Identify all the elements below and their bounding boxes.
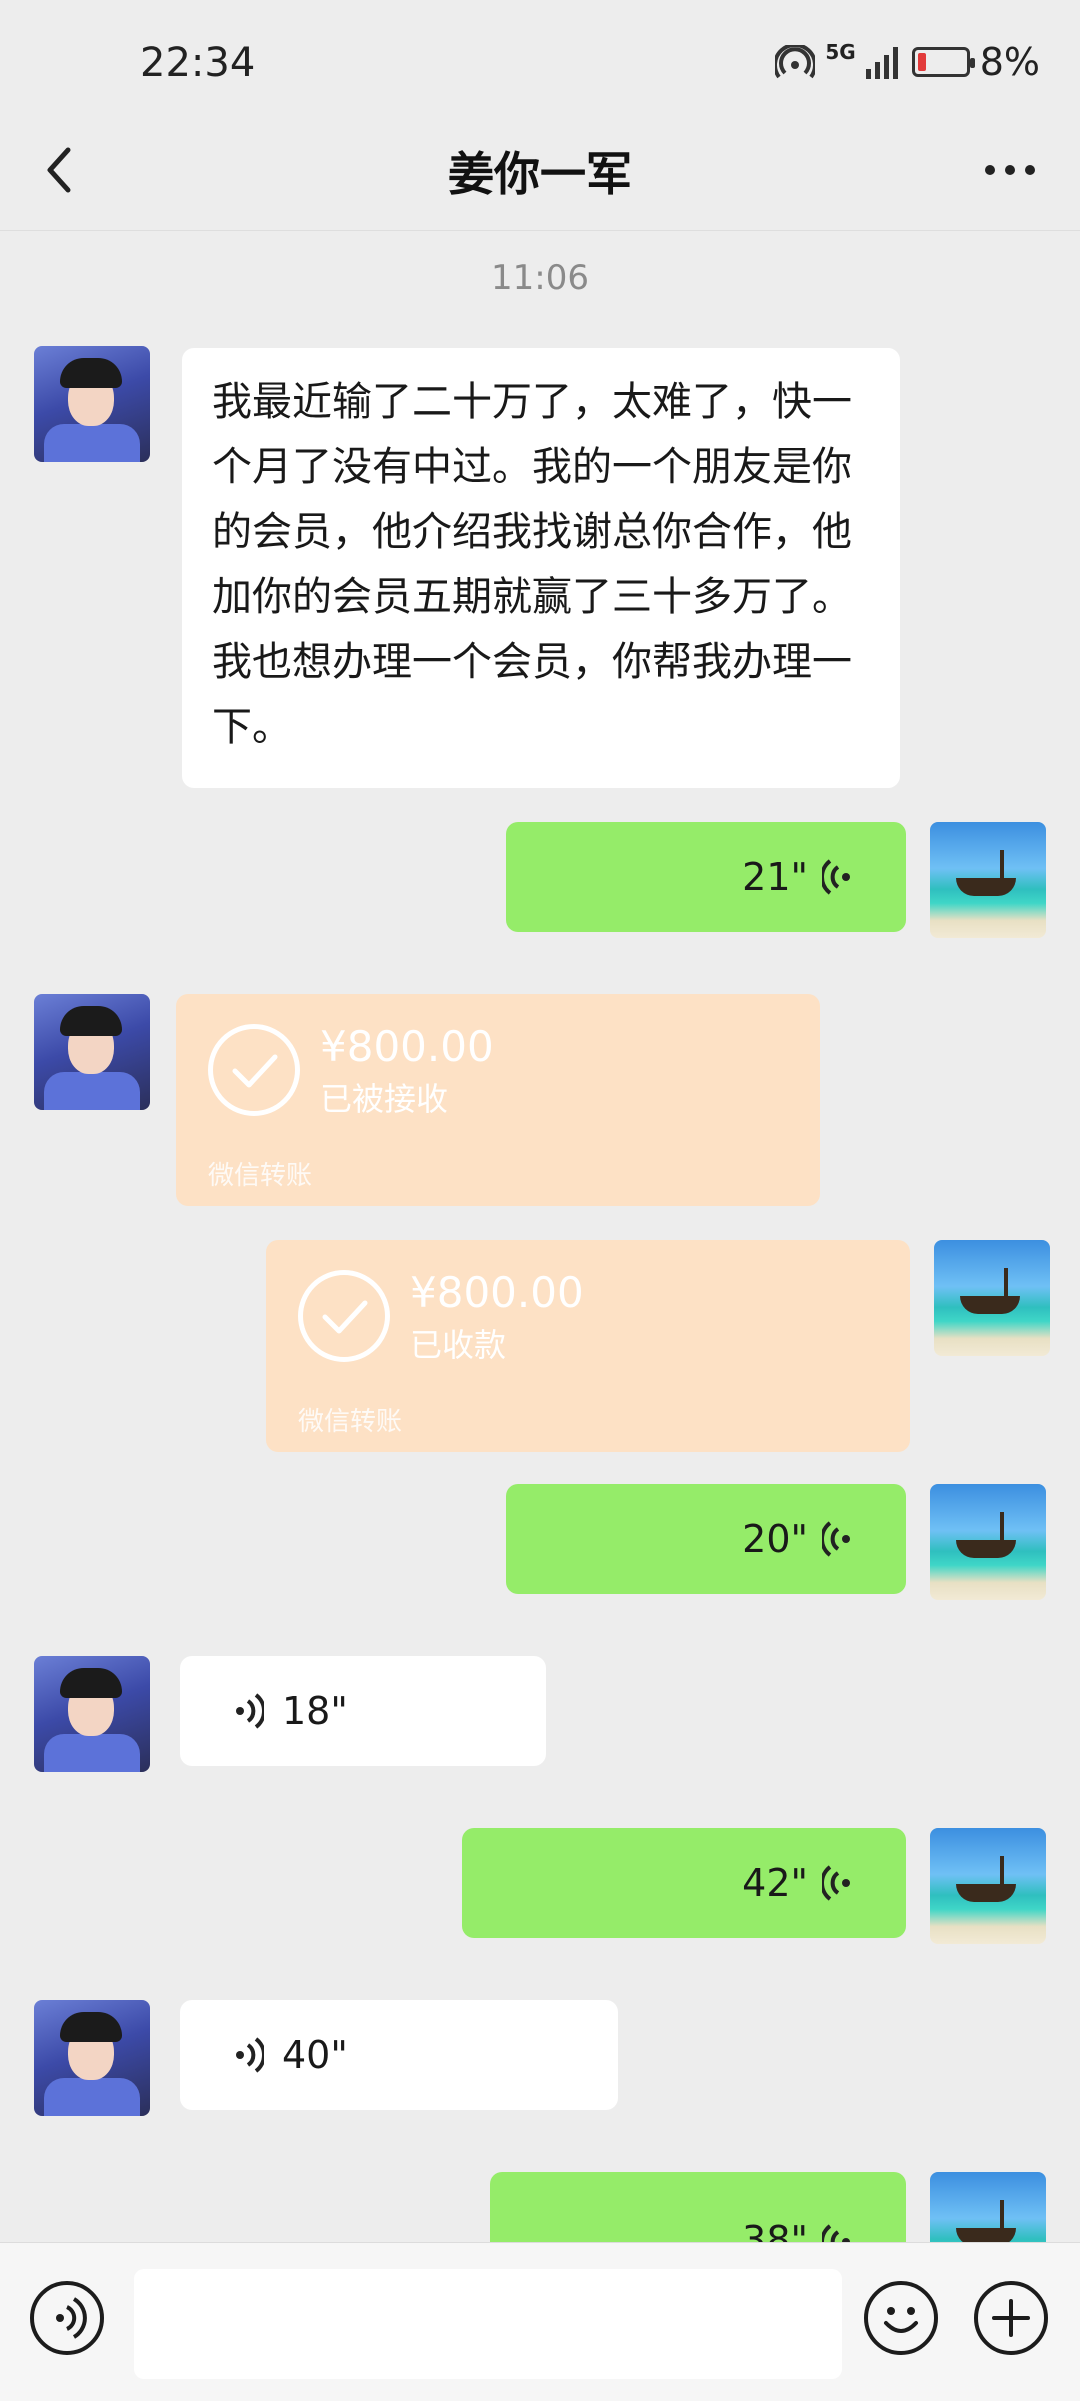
voice-wave-icon — [822, 1521, 850, 1557]
voice-message[interactable]: 20" — [506, 1484, 906, 1594]
my-avatar[interactable] — [934, 1240, 1050, 1356]
voice-duration: 42" — [742, 1861, 808, 1905]
voice-message[interactable]: 21" — [506, 822, 906, 932]
contact-avatar[interactable] — [34, 1656, 150, 1772]
status-icons: 5G 8% — [775, 40, 1040, 84]
voice-wave-icon — [822, 859, 850, 895]
voice-message[interactable]: 40" — [180, 2000, 618, 2110]
transfer-brand: 微信转账 — [208, 1161, 313, 1191]
transfer-status: 已被接收 — [320, 1080, 449, 1118]
status-time: 22:34 — [140, 40, 256, 86]
checkmark-icon — [208, 1024, 300, 1116]
plus-icon[interactable] — [974, 2281, 1048, 2355]
battery-icon — [911, 47, 975, 77]
contact-avatar[interactable] — [34, 346, 150, 462]
contact-avatar[interactable] — [34, 2000, 150, 2116]
voice-message[interactable]: 42" — [462, 1828, 906, 1938]
my-avatar[interactable] — [930, 1484, 1046, 1600]
emoji-icon[interactable] — [864, 2281, 938, 2355]
voice-message[interactable]: 18" — [180, 1656, 546, 1766]
voice-wave-icon — [822, 1865, 850, 1901]
input-bar — [0, 2242, 1080, 2401]
text-message[interactable]: 我最近输了二十万了，太难了，快一个月了没有中过。我的一个朋友是你的会员，他介绍我… — [182, 348, 900, 788]
voice-wave-icon — [236, 1693, 264, 1729]
chat-header: 姜你一军 — [0, 110, 1080, 231]
transfer-status: 已收款 — [410, 1326, 507, 1364]
voice-toggle-icon[interactable] — [30, 2281, 104, 2355]
contact-avatar[interactable] — [34, 994, 150, 1110]
checkmark-icon — [298, 1270, 390, 1362]
my-avatar[interactable] — [930, 1828, 1046, 1944]
chat-title: 姜你一军 — [448, 147, 632, 201]
battery-percent: 8% — [979, 40, 1040, 84]
voice-duration: 18" — [282, 1689, 348, 1733]
transfer-amount: ¥800.00 — [410, 1268, 584, 1317]
my-avatar[interactable] — [930, 822, 1046, 938]
voice-wave-icon — [236, 2037, 264, 2073]
voice-duration: 20" — [742, 1517, 808, 1561]
hotspot-icon — [775, 45, 816, 79]
voice-duration: 40" — [282, 2033, 348, 2077]
signal-icon — [865, 47, 898, 79]
voice-duration: 21" — [742, 855, 808, 899]
transfer-brand: 微信转账 — [298, 1407, 403, 1437]
transfer-card[interactable]: ¥800.00 已收款 微信转账 — [266, 1240, 910, 1452]
message-timestamp: 11:06 — [491, 258, 589, 298]
transfer-amount: ¥800.00 — [320, 1022, 494, 1071]
transfer-card[interactable]: ¥800.00 已被接收 微信转账 — [176, 994, 820, 1206]
network-type: 5G — [825, 40, 856, 64]
message-input[interactable] — [134, 2269, 842, 2379]
more-dots-icon[interactable] — [970, 140, 1050, 200]
